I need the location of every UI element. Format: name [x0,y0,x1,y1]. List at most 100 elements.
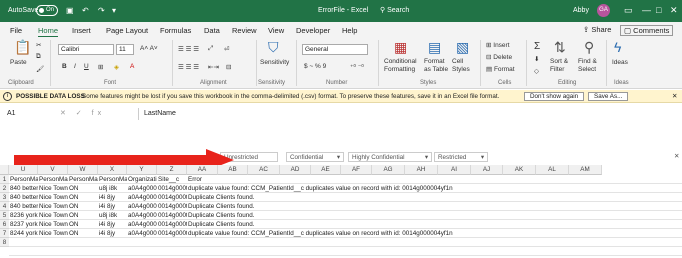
cell[interactable]: duplicate value found: CCM_PatientId__c … [188,184,638,193]
copy-icon[interactable]: ⧉ [36,53,41,61]
sort-filter-button[interactable]: Sort & Filter [550,58,576,74]
column-header[interactable]: Z [157,165,187,175]
column-header[interactable]: AD [280,165,311,175]
row-header[interactable]: 5 [0,211,9,220]
row-header[interactable]: 7 [0,229,9,238]
cell[interactable]: Nice Town [39,193,68,202]
cell[interactable]: Nice Town [39,211,68,220]
tab-insert[interactable]: Insert [72,26,91,35]
currency-buttons[interactable]: $ ~ % 9 [304,63,326,70]
cell[interactable]: ON [69,193,98,202]
cell-styles-button[interactable]: Cell Styles [452,58,476,74]
customize-qat-icon[interactable]: ▾ [112,6,116,15]
ideas-button[interactable]: Ideas [612,59,628,66]
cell[interactable]: ON [69,211,98,220]
column-header[interactable]: X [98,165,127,175]
paste-label[interactable]: Paste [10,59,27,66]
column-header[interactable]: AJ [471,165,503,175]
column-header[interactable]: AL [536,165,569,175]
font-grow-icon[interactable]: A˄ A˅ [140,45,158,52]
cell[interactable]: a0A4g000t [128,211,157,220]
cell[interactable]: Nice Town [39,229,68,238]
cell[interactable]: 840 better [10,193,38,202]
row-header[interactable]: 6 [0,220,9,229]
align-top-icons[interactable]: ☰ ☰ ☰ [178,45,199,53]
comments-button[interactable]: ▢ Comments [620,25,674,36]
format-painter-icon[interactable]: 🖌 [36,65,44,73]
cell[interactable]: a0A4g000t [128,202,157,211]
align-left-icons[interactable]: ☰ ☰ ☰ [178,63,199,71]
clear-icon[interactable]: ◇ [534,67,539,75]
cell[interactable]: Site__c [158,175,187,184]
column-header[interactable]: AI [438,165,471,175]
ribbon-display-icon[interactable]: ▭ [624,5,633,16]
cell[interactable]: a0A4g000t [128,229,157,238]
format-table-icon[interactable]: ▤ [428,39,441,56]
sensitivity-button[interactable]: Sensitivity [260,59,289,66]
cell[interactable]: ON [69,220,98,229]
cell[interactable]: 8244 york [10,229,38,238]
sensitivity-confidential[interactable]: Confidential ▾ [286,152,344,162]
cell[interactable]: Duplicate Clients found. [188,220,638,229]
formula-input[interactable]: LastName [144,108,176,120]
formula-buttons[interactable]: ✕ ✓ fx [60,108,105,120]
sensitivity-highly-confidential[interactable]: Highly Confidential ▾ [348,152,432,162]
cell[interactable]: u8j i8k [99,184,127,193]
message-close-button[interactable]: ✕ [672,90,677,103]
row-header[interactable]: 3 [0,193,9,202]
column-header[interactable]: AB [218,165,248,175]
tab-page-layout[interactable]: Page Layout [106,26,148,35]
avatar[interactable]: GA [597,4,610,17]
cell[interactable]: 840 better [10,202,38,211]
cell[interactable]: i4i 8jy [99,229,127,238]
italic-button[interactable]: I [74,63,76,70]
find-select-button[interactable]: Find & Select [578,58,604,74]
wrap-text-icon[interactable]: ⏎ [224,45,229,53]
name-box[interactable]: A1 [7,108,16,120]
dont-show-again-button[interactable]: Don't show again [524,92,585,101]
sensitivity-icon[interactable]: ⛉ [268,39,279,56]
cell[interactable]: Duplicate Clients found. [188,211,638,220]
borders-icon[interactable]: ⊞ [98,63,103,71]
cell[interactable]: Nice Town [39,220,68,229]
cut-icon[interactable]: ✂ [36,41,41,49]
column-header[interactable]: AF [341,165,372,175]
share-button[interactable]: ⇪ Share [583,25,611,34]
cell[interactable]: 8237 york [10,220,38,229]
tab-formulas[interactable]: Formulas [160,26,191,35]
tab-data[interactable]: Data [204,26,220,35]
find-select-icon[interactable]: ⚲ [584,39,594,56]
delete-cells-button[interactable]: ⊟ Delete [486,53,512,61]
save-icon[interactable]: ▣ [66,6,74,15]
cell[interactable]: 0014g000t [158,184,187,193]
save-as-button[interactable]: Save As... [588,92,629,101]
column-header[interactable]: W [68,165,98,175]
minimize-button[interactable]: — [642,5,651,15]
cell[interactable]: Organizati [128,175,157,184]
conditional-formatting-icon[interactable]: ▦ [394,39,407,56]
cell[interactable]: i4i 8jy [99,193,127,202]
row-header[interactable]: 2 [0,184,9,193]
close-button[interactable]: ✕ [670,5,678,16]
column-header[interactable]: AH [405,165,438,175]
cell[interactable]: Nice Town [39,184,68,193]
cell[interactable]: PersonMa [69,175,98,184]
column-header[interactable]: Y [127,165,157,175]
row-header[interactable]: 4 [0,202,9,211]
undo-icon[interactable]: ↶ [82,6,89,15]
restore-button[interactable]: □ [656,5,661,15]
cell[interactable]: 0014g000t [158,220,187,229]
tab-review[interactable]: Review [232,26,257,35]
cell[interactable]: PersonMa [10,175,38,184]
cell-styles-icon[interactable]: ▧ [456,39,469,56]
tab-developer[interactable]: Developer [296,26,330,35]
column-header[interactable]: AG [372,165,405,175]
sort-filter-icon[interactable]: ⇅ [554,39,566,56]
decimal-buttons[interactable]: ⁺⁰ ⁻⁰ [350,63,364,71]
cell[interactable]: 840 better [10,184,38,193]
column-header[interactable]: V [38,165,68,175]
search-box[interactable]: ⚲ Search [380,6,409,14]
cell[interactable]: 0014g000t [158,229,187,238]
fill-color-icon[interactable]: ◈ [114,63,119,71]
select-all-corner[interactable] [0,165,9,175]
